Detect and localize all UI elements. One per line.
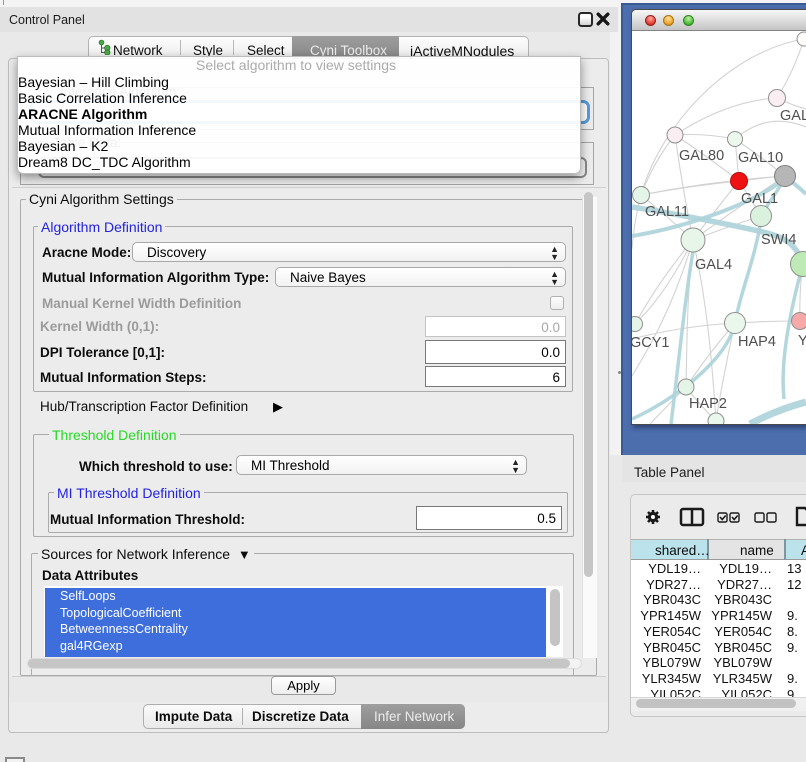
svg-text:HAP4: HAP4 <box>738 334 776 350</box>
svg-text:GAL10: GAL10 <box>738 150 783 166</box>
svg-text:HAP2: HAP2 <box>689 396 727 412</box>
svg-text:GAL80: GAL80 <box>679 148 724 164</box>
svg-text:GAL1: GAL1 <box>741 191 778 207</box>
svg-text:GAL7: GAL7 <box>780 108 806 124</box>
svg-text:SWI4: SWI4 <box>761 232 796 248</box>
svg-text:GCY1: GCY1 <box>632 335 670 351</box>
svg-text:GAL4: GAL4 <box>695 257 732 273</box>
svg-text:GAL11: GAL11 <box>645 204 689 220</box>
svg-text:Y: Y <box>798 333 806 349</box>
